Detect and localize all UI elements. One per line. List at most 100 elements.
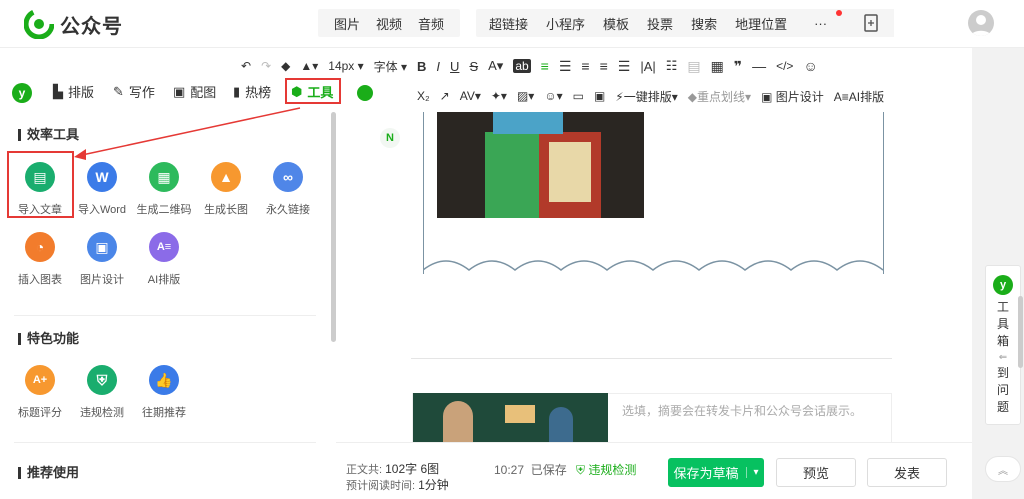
- toolbox-panel[interactable]: y 工具箱 ⇐ 到问题: [985, 265, 1021, 425]
- avatar[interactable]: [968, 10, 994, 36]
- publish-label: 发表: [893, 466, 920, 481]
- book-shape: [505, 405, 535, 423]
- issue-char: 到: [996, 366, 1009, 380]
- code-icon[interactable]: </>: [776, 59, 793, 73]
- font-color-icon[interactable]: A▾: [488, 58, 503, 74]
- table-icon[interactable]: ▦: [711, 58, 724, 75]
- one-key-layout-button[interactable]: ⚡一键排版▾: [615, 88, 677, 105]
- section-divider: [14, 442, 316, 443]
- violation-check-link[interactable]: ⛨ 违规检测: [576, 461, 636, 478]
- document-button[interactable]: [848, 9, 894, 37]
- letter-spacing-icon[interactable]: |A|: [640, 59, 655, 74]
- quote-icon[interactable]: ❞: [734, 58, 742, 75]
- tool-violation-check[interactable]: ⛨ 违规检测: [67, 365, 137, 420]
- tool-import-article[interactable]: ▤ 导入文章: [5, 162, 75, 217]
- double-chevron-up-icon: ︽: [998, 465, 1008, 477]
- insert-location[interactable]: 地理位置: [735, 14, 787, 33]
- word-count-label: 正文共:: [346, 464, 383, 476]
- tool-import-word[interactable]: W 导入Word: [67, 162, 137, 217]
- tool-label: 标题评分: [18, 407, 62, 419]
- toolbox-char: 工: [996, 300, 1009, 314]
- background-color-icon[interactable]: ab: [513, 59, 531, 73]
- person-shape: [443, 401, 473, 443]
- align-center-icon[interactable]: ≡: [581, 58, 589, 74]
- chevron-down-icon[interactable]: ▾: [746, 467, 759, 478]
- read-time-row: 预计阅读时间: 1分钟: [346, 476, 449, 493]
- font-family-select[interactable]: 字体 ▾: [374, 58, 407, 75]
- read-time-label: 预计阅读时间:: [346, 480, 416, 492]
- tool-label: 导入文章: [18, 204, 62, 216]
- ai-layout-label: AI排版: [848, 89, 885, 104]
- image-design-button[interactable]: ▣ 图片设计: [761, 88, 824, 105]
- highlight-button[interactable]: ◆重点划线▾: [688, 88, 751, 105]
- divider-icon[interactable]: —: [752, 58, 766, 74]
- more-label: ···: [814, 15, 828, 31]
- toolbox-logo-icon: y: [993, 275, 1013, 295]
- tool-label: 插入图表: [18, 274, 62, 286]
- indent-icon[interactable]: ☰: [559, 58, 572, 75]
- emoji-icon[interactable]: ☺: [803, 58, 817, 74]
- section-divider: [14, 315, 316, 316]
- briefcase-icon[interactable]: ▣: [594, 89, 605, 103]
- preview-button[interactable]: 预览: [776, 458, 856, 487]
- tool-label: AI排版: [147, 274, 181, 286]
- tool-label: 图片设计: [80, 274, 124, 286]
- paragraph-spacing-icon[interactable]: ☰: [618, 58, 631, 75]
- insert-hyperlink[interactable]: 超链接: [489, 14, 528, 33]
- tool-insert-chart[interactable]: ◔ 插入图表: [5, 232, 75, 287]
- cover-image[interactable]: [413, 393, 608, 443]
- summary-input[interactable]: 选填，摘要会在转发卡片和公众号会话展示。: [622, 402, 862, 419]
- read-time-value: 1分钟: [418, 478, 449, 492]
- thumbs-up-icon: 👍: [149, 365, 179, 395]
- superscript-icon[interactable]: ↗: [440, 89, 450, 103]
- magic-wand-icon[interactable]: ✦▾: [491, 89, 507, 103]
- preview-label: 预览: [802, 466, 829, 481]
- align-left-icon[interactable]: ≡: [541, 58, 549, 74]
- list-icon[interactable]: ☷: [666, 58, 678, 74]
- line-height-icon[interactable]: ≡: [600, 58, 608, 74]
- insert-menu: 超链接 小程序 模板 投票 搜索 地理位置 ···: [476, 9, 850, 37]
- assistant-icon[interactable]: N: [380, 128, 400, 148]
- tool-past-recommend[interactable]: 👍 往期推荐: [129, 365, 199, 420]
- more-button[interactable]: ···: [805, 9, 843, 31]
- insert-search[interactable]: 搜索: [691, 14, 717, 33]
- insert-template[interactable]: 模板: [603, 14, 629, 33]
- strikethrough-icon[interactable]: S: [469, 59, 478, 74]
- tool-ai-layout[interactable]: A≡ AI排版: [129, 232, 199, 287]
- media-audio[interactable]: 音频: [418, 14, 444, 33]
- tool-label: 生成长图: [204, 204, 248, 216]
- scallop-border-shape: [423, 260, 884, 271]
- underline-icon[interactable]: U: [450, 59, 459, 74]
- chart-insert-icon[interactable]: ▨▾: [517, 89, 534, 103]
- tool-title-score[interactable]: A+ 标题评分: [5, 365, 75, 420]
- issue-char: 题: [996, 400, 1009, 414]
- ai-layout-button[interactable]: A≡AI排版: [834, 88, 884, 105]
- subscript-icon[interactable]: X₂: [417, 89, 430, 103]
- article-image[interactable]: [437, 112, 644, 218]
- tool-permalink[interactable]: ∞ 永久链接: [253, 162, 323, 217]
- right-scrollbar[interactable]: [1018, 296, 1023, 368]
- italic-icon[interactable]: I: [436, 59, 440, 74]
- save-draft-button[interactable]: 保存为草稿 ▾: [668, 458, 764, 487]
- bold-icon[interactable]: B: [417, 59, 426, 74]
- tool-image-design[interactable]: ▣ 图片设计: [67, 232, 137, 287]
- reindeer-shape: [549, 142, 591, 202]
- font-family-value: 字体: [373, 59, 398, 74]
- image-design-label: 图片设计: [775, 89, 824, 104]
- html-icon[interactable]: ▭: [573, 89, 584, 103]
- char-spacing-icon[interactable]: AV▾: [460, 89, 481, 103]
- scroll-top-button[interactable]: ︽: [985, 456, 1021, 482]
- emoji-menu-icon[interactable]: ☺▾: [544, 89, 562, 103]
- notification-dot: [836, 9, 843, 16]
- import-article-icon: ▤: [25, 162, 55, 192]
- tool-long-image[interactable]: ▲ 生成长图: [191, 162, 261, 217]
- user-icon: [971, 15, 991, 36]
- tool-qrcode[interactable]: ▦ 生成二维码: [129, 162, 199, 217]
- media-video[interactable]: 视频: [376, 14, 402, 33]
- publish-button[interactable]: 发表: [867, 458, 947, 487]
- ai-layout-icon: A≡: [149, 232, 179, 262]
- section-recommended: 推荐使用: [18, 466, 79, 479]
- insert-miniprogram[interactable]: 小程序: [546, 14, 585, 33]
- qrcode-icon: ▦: [149, 162, 179, 192]
- insert-vote[interactable]: 投票: [647, 14, 673, 33]
